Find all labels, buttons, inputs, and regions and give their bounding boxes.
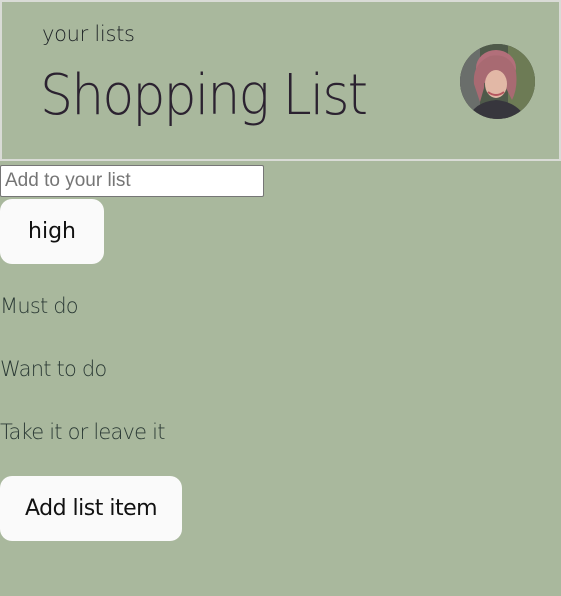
priority-option-want-to-do[interactable]: Want to do bbox=[0, 357, 107, 381]
page-header: your lists Shopping List bbox=[0, 0, 561, 161]
avatar-photo-icon bbox=[460, 44, 535, 119]
header-subtitle-link[interactable]: your lists bbox=[42, 22, 135, 46]
page-title: Shopping List bbox=[40, 63, 368, 128]
list-item-input[interactable] bbox=[0, 165, 264, 197]
priority-option-take-it-or-leave-it[interactable]: Take it or leave it bbox=[0, 420, 165, 444]
priority-dropdown-button[interactable]: high bbox=[0, 199, 104, 264]
avatar[interactable] bbox=[460, 44, 535, 119]
add-list-item-button[interactable]: Add list item bbox=[0, 476, 182, 541]
priority-option-must-do[interactable]: Must do bbox=[0, 294, 79, 318]
